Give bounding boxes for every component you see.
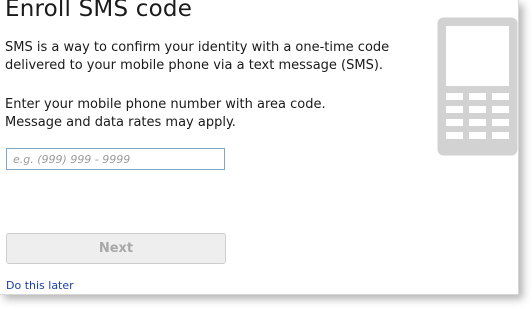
instruction-line: Enter your mobile phone number with area… xyxy=(5,97,326,112)
do-this-later-link[interactable]: Do this later xyxy=(6,279,74,292)
phone-number-input[interactable] xyxy=(6,148,225,170)
description-line: SMS is a way to confirm your identity wi… xyxy=(5,40,390,55)
instruction-line: Message and data rates may apply. xyxy=(5,115,236,130)
description-text: SMS is a way to confirm your identity wi… xyxy=(5,39,389,75)
page-title: Enroll SMS code xyxy=(5,0,193,22)
instruction-text: Enter your mobile phone number with area… xyxy=(5,96,326,132)
mobile-phone-icon xyxy=(437,17,518,156)
description-line: delivered to your mobile phone via a tex… xyxy=(5,58,384,73)
enroll-sms-dialog: Enroll SMS code SMS is a way to confirm … xyxy=(0,0,519,295)
next-button[interactable]: Next xyxy=(6,233,226,264)
